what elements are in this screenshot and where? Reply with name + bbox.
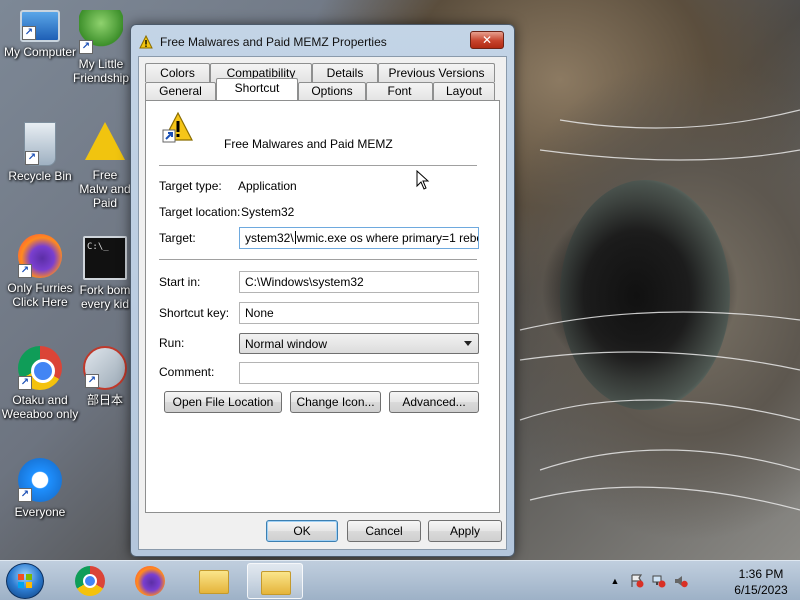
- desktop-icon-chrome[interactable]: ↗ Otaku and Weeaboo only: [1, 346, 79, 421]
- shortcut-key-label: Shortcut key:: [159, 306, 230, 320]
- desktop-icon-label: Fork bom every kid: [79, 283, 131, 311]
- comment-label: Comment:: [159, 365, 215, 379]
- tools-icon: ↗: [83, 346, 127, 390]
- tab-options[interactable]: Options: [298, 82, 366, 101]
- target-type-label: Target type:: [159, 179, 222, 193]
- shortcut-tab-panel: Free Malwares and Paid MEMZ Target type:…: [145, 100, 500, 513]
- tab-font[interactable]: Font: [366, 82, 433, 101]
- desktop-icon-my-little-friendship[interactable]: ↗ My Little Friendship: [70, 10, 132, 85]
- divider: [159, 165, 477, 166]
- desktop-icon-tools[interactable]: ↗ 部日本: [78, 346, 132, 407]
- run-label: Run:: [159, 336, 185, 350]
- start-button[interactable]: [6, 563, 44, 599]
- cmd-icon: C:\_: [83, 236, 127, 280]
- target-location-value: System32: [241, 205, 295, 219]
- tab-layout[interactable]: Layout: [433, 82, 495, 101]
- tab-details[interactable]: Details: [312, 63, 378, 82]
- desktop-icon-firefox[interactable]: ↗ Only Furries Click Here: [1, 234, 79, 309]
- desktop-icon-internet-explorer[interactable]: ↗ Everyone: [1, 458, 79, 519]
- target-text-before-caret: ystem32\: [245, 231, 294, 245]
- taskbar-item-explorer-active[interactable]: [247, 563, 303, 599]
- folder-icon: [261, 571, 291, 595]
- firefox-icon: [135, 566, 165, 596]
- desktop-icon-label: Only Furries Click Here: [7, 281, 73, 309]
- taskbar: ▲ 1:36 PM 6/15/2023: [0, 560, 800, 600]
- cancel-button[interactable]: Cancel: [347, 520, 421, 542]
- run-select[interactable]: Normal window: [239, 333, 479, 354]
- volume-icon[interactable]: [674, 574, 688, 588]
- clock-time: 1:36 PM: [738, 567, 784, 581]
- divider: [159, 259, 477, 260]
- properties-window[interactable]: Free Malwares and Paid MEMZ Properties ✕…: [130, 24, 515, 557]
- tab-general[interactable]: General: [145, 82, 216, 101]
- desktop-icon-label: Everyone: [14, 505, 66, 519]
- firefox-icon: ↗: [18, 234, 62, 278]
- window-title: Free Malwares and Paid MEMZ Properties: [160, 35, 387, 49]
- target-location-label: Target location:: [159, 205, 241, 219]
- target-type-value: Application: [238, 179, 297, 193]
- folder-icon: [199, 570, 229, 594]
- desktop-icon-fork-bomb[interactable]: C:\_ Fork bom every kid: [78, 236, 132, 311]
- change-icon-button[interactable]: Change Icon...: [290, 391, 381, 413]
- warning-icon: [85, 122, 125, 160]
- chevron-down-icon: [464, 341, 472, 346]
- ok-button[interactable]: OK: [266, 520, 338, 542]
- recycle-bin-icon: ↗: [24, 122, 56, 166]
- desktop-icon-label: Free Malw and Paid: [79, 168, 131, 210]
- action-center-icon[interactable]: [630, 574, 644, 588]
- computer-icon: ↗: [20, 10, 60, 42]
- tab-shortcut[interactable]: Shortcut: [216, 78, 298, 100]
- start-in-input[interactable]: C:\Windows\system32: [239, 271, 479, 293]
- tab-previous-versions[interactable]: Previous Versions: [378, 63, 495, 82]
- advanced-button[interactable]: Advanced...: [389, 391, 479, 413]
- window-titlebar[interactable]: Free Malwares and Paid MEMZ Properties ✕: [131, 25, 514, 55]
- chrome-icon: ↗: [18, 346, 62, 390]
- desktop-icon-recycle-bin[interactable]: ↗ Recycle Bin: [1, 122, 79, 183]
- show-hidden-icons-icon[interactable]: ▲: [608, 574, 622, 588]
- tab-colors[interactable]: Colors: [145, 63, 210, 82]
- desktop-icon-label: My Computer: [3, 45, 77, 59]
- users-icon: ↗: [79, 10, 123, 54]
- target-text-after-caret: wmic.exe os where primary=1 reboot: [296, 231, 479, 245]
- mouse-cursor-icon: [416, 170, 430, 190]
- taskbar-item-chrome[interactable]: [62, 563, 118, 599]
- network-icon[interactable]: [652, 574, 666, 588]
- shortcut-name: Free Malwares and Paid MEMZ: [224, 137, 393, 151]
- taskbar-item-explorer[interactable]: [186, 563, 242, 599]
- warning-icon: [139, 35, 153, 49]
- taskbar-clock[interactable]: 1:36 PM 6/15/2023: [730, 566, 792, 598]
- target-input[interactable]: ystem32\ wmic.exe os where primary=1 rebo…: [239, 227, 479, 249]
- warning-icon: [162, 111, 193, 143]
- clock-date: 6/15/2023: [734, 583, 788, 597]
- open-file-location-button[interactable]: Open File Location: [164, 391, 282, 413]
- close-button[interactable]: ✕: [470, 31, 504, 49]
- comment-input[interactable]: [239, 362, 479, 384]
- target-label: Target:: [159, 231, 196, 245]
- desktop-icon-label: 部日本: [86, 393, 123, 407]
- desktop-icon-label: My Little Friendship: [72, 57, 130, 85]
- apply-button[interactable]: Apply: [428, 520, 502, 542]
- desktop-icon-free-malwares[interactable]: Free Malw and Paid: [78, 122, 132, 210]
- run-select-value: Normal window: [245, 337, 328, 351]
- desktop-icon-my-computer[interactable]: ↗ My Computer: [1, 10, 79, 59]
- desktop-icon-label: Recycle Bin: [8, 169, 72, 183]
- text-caret: [294, 231, 296, 244]
- taskbar-item-firefox[interactable]: [122, 563, 178, 599]
- system-tray: ▲ 1:36 PM 6/15/2023: [602, 561, 792, 600]
- desktop-icon-label: Otaku and Weeaboo only: [1, 393, 79, 421]
- chrome-icon: [75, 566, 105, 596]
- shortcut-key-input[interactable]: None: [239, 302, 479, 324]
- window-client-area: Colors Compatibility Details Previous Ve…: [138, 56, 507, 550]
- start-in-label: Start in:: [159, 275, 201, 289]
- internet-explorer-icon: ↗: [18, 458, 62, 502]
